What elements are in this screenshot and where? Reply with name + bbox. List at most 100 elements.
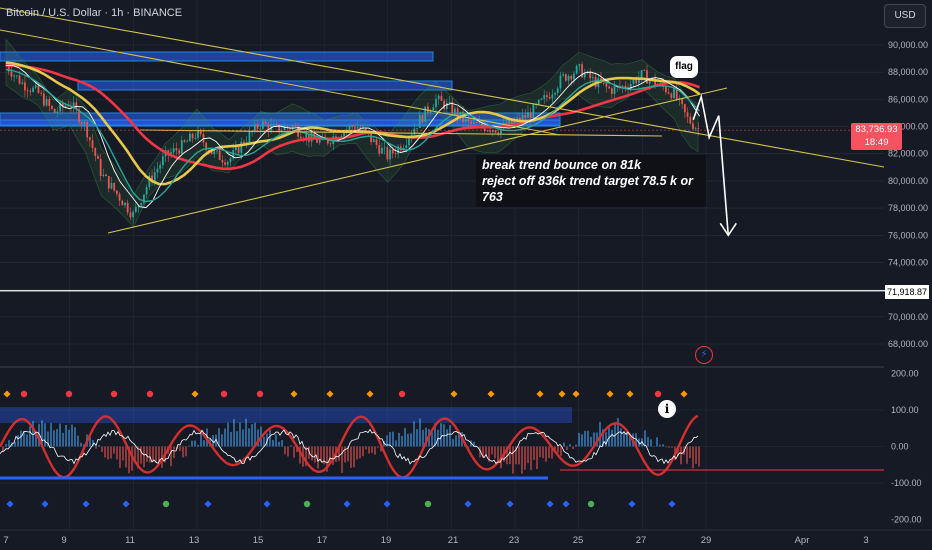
osc-histogram-bar xyxy=(527,446,529,464)
candle-body xyxy=(467,119,470,122)
price-axis-label: 74,000.00 xyxy=(888,257,928,267)
osc-histogram-bar xyxy=(239,422,241,447)
candle-body xyxy=(237,145,240,153)
osc-histogram-bar xyxy=(620,428,622,447)
candle-body xyxy=(527,112,529,118)
candle-body xyxy=(53,108,56,113)
osc-histogram-bar xyxy=(650,439,652,447)
osc-axis-label: -200.00 xyxy=(891,515,922,525)
candle-body xyxy=(248,131,251,143)
candle-body xyxy=(394,153,397,155)
osc-histogram-bar xyxy=(611,429,613,447)
osc-histogram-bar xyxy=(194,440,196,447)
osc-histogram-bar xyxy=(236,431,238,447)
candle-body xyxy=(608,86,611,89)
candle-body xyxy=(240,141,243,153)
candle-body xyxy=(464,119,467,123)
osc-histogram-bar xyxy=(374,446,376,455)
time-axis-label: 3 xyxy=(863,535,868,546)
candle-body xyxy=(186,141,189,143)
candle-body xyxy=(191,133,194,139)
info-icon[interactable]: i xyxy=(658,400,676,418)
osc-histogram-bar xyxy=(491,446,493,455)
candle-body xyxy=(224,162,226,165)
candle-body xyxy=(91,140,94,149)
symbol-title[interactable]: Bitcoin / U.S. Dollar · 1h · BINANCE xyxy=(6,7,182,19)
candle-body xyxy=(478,122,481,124)
osc-histogram-bar xyxy=(362,446,364,457)
candle-body xyxy=(124,202,126,206)
osc-histogram-bar xyxy=(542,446,544,459)
osc-histogram-bar xyxy=(182,446,184,458)
candle-body xyxy=(486,130,489,132)
osc-histogram-bar xyxy=(284,446,286,455)
osc-histogram-bar xyxy=(221,434,223,447)
price-chart[interactable]: 90,000.0088,000.0086,000.0084,000.0082,0… xyxy=(0,0,932,550)
candle-body xyxy=(689,116,692,124)
candle-body xyxy=(189,133,191,142)
osc-histogram-bar xyxy=(191,440,193,447)
candle-body xyxy=(291,125,294,130)
candle-body xyxy=(372,139,375,143)
osc-histogram-bar xyxy=(572,446,574,449)
candle-body xyxy=(470,121,473,124)
candle-body xyxy=(218,150,221,161)
alert-bolt-icon[interactable]: ⚡ xyxy=(695,346,713,364)
osc-histogram-bar xyxy=(98,445,100,447)
candle-body xyxy=(51,105,53,109)
analysis-note-line-2: reject off 836k trend target 78.5 k or 7… xyxy=(482,174,693,204)
candle-body xyxy=(432,107,435,111)
osc-histogram-bar xyxy=(290,445,292,447)
osc-histogram-bar xyxy=(242,429,244,447)
osc-histogram-bar xyxy=(278,441,280,447)
currency-button[interactable]: USD xyxy=(884,4,926,28)
candle-body xyxy=(416,127,418,129)
candle-body xyxy=(229,158,232,163)
osc-histogram-bar xyxy=(152,446,154,462)
osc-bottom-marker xyxy=(303,500,311,508)
osc-bottom-marker xyxy=(162,500,170,508)
osc-histogram-bar xyxy=(569,444,571,447)
osc-histogram-bar xyxy=(440,423,442,447)
price-axis-label: 76,000.00 xyxy=(888,230,928,240)
osc-histogram-bar xyxy=(245,418,247,447)
candle-body xyxy=(578,64,581,66)
osc-top-marker xyxy=(20,390,28,398)
candle-body xyxy=(472,121,475,124)
osc-histogram-bar xyxy=(248,428,250,447)
candle-body xyxy=(551,94,554,99)
osc-histogram-bar xyxy=(314,446,316,463)
candle-body xyxy=(264,121,267,125)
flag-label: flag xyxy=(670,56,698,78)
candle-body xyxy=(489,130,492,132)
candle-body xyxy=(88,137,91,141)
osc-histogram-bar xyxy=(695,446,697,464)
candle-body xyxy=(427,106,429,113)
osc-histogram-bar xyxy=(407,433,409,447)
candle-body xyxy=(99,158,102,176)
candle-body xyxy=(180,140,183,154)
osc-histogram-bar xyxy=(419,418,421,447)
osc-histogram-bar xyxy=(65,424,67,447)
time-axis-label: Apr xyxy=(795,535,810,546)
osc-histogram-bar xyxy=(170,446,172,467)
osc-histogram-bar xyxy=(8,440,10,447)
candle-body xyxy=(18,75,21,84)
osc-histogram-bar xyxy=(524,446,526,470)
candle-body xyxy=(318,139,321,143)
candle-body xyxy=(386,147,389,160)
candle-body xyxy=(356,127,359,129)
osc-histogram-bar xyxy=(110,446,112,459)
candle-body xyxy=(673,88,675,99)
osc-histogram-bar xyxy=(185,446,187,457)
osc-histogram-bar xyxy=(173,446,175,458)
osc-histogram-bar xyxy=(62,432,64,447)
osc-histogram-bar xyxy=(509,446,511,464)
osc-histogram-bar xyxy=(395,440,397,447)
candle-body xyxy=(445,102,448,110)
osc-histogram-bar xyxy=(77,435,79,447)
time-axis-label: 11 xyxy=(125,535,135,546)
price-axis-label: 70,000.00 xyxy=(888,312,928,322)
osc-zone xyxy=(0,407,572,423)
osc-histogram-bar xyxy=(530,446,532,471)
